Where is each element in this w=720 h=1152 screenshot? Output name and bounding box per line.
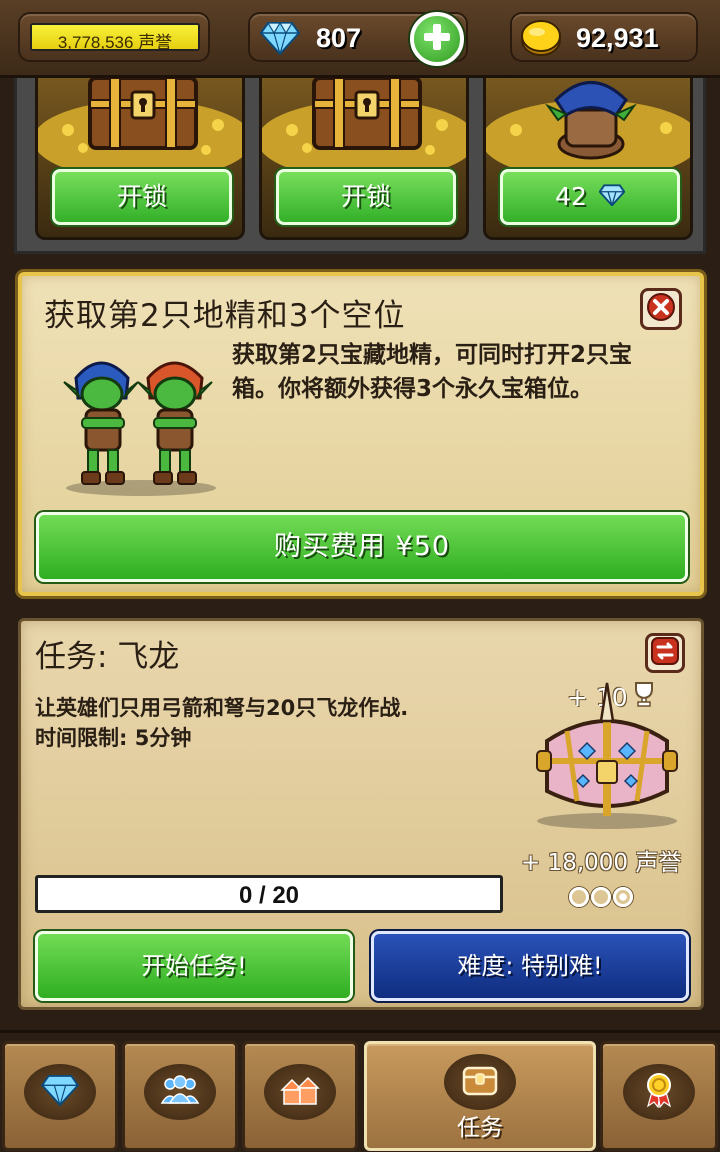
bottom-navigation: 任务 [0,1030,720,1152]
nav-icon-well [444,1054,516,1110]
chest-shelf: 开锁 开锁 42 [14,70,706,254]
plus-icon [422,22,452,56]
gem-count: 807 [316,23,362,53]
gold-coin-icon [520,19,562,61]
quest-description: 让英雄们只用弓箭和弩与20只飞龙作战. 时间限制: 5分钟 [35,693,515,753]
nav-tab-town[interactable] [242,1041,358,1151]
nav-tab-achievements[interactable] [600,1041,718,1151]
chest-slot-3[interactable]: 42 [483,70,693,240]
heroes-icon [160,1075,200,1109]
diamond-icon [598,173,626,223]
goblin-opening-chest-image [486,81,690,180]
nav-tab-gems[interactable] [2,1041,118,1151]
fame-unit: 声誉 [138,33,173,51]
quest-panel: 任务: 飞龙 让英雄们只用弓箭和弩与20只飞龙作战. 时间限制: 5分钟 + 1… [18,618,704,1010]
difficulty-dot-filled [613,887,633,907]
reward-chest-image [536,682,678,829]
difficulty-dot-empty [591,887,611,907]
quest-title: 任务: 飞龙 [35,639,180,675]
chest-icon [461,1064,499,1100]
fame-display[interactable]: 3,778,536 声誉 [18,12,210,62]
buy-gems-button[interactable] [410,12,464,66]
nav-icon-well [144,1064,216,1120]
gem-cost: 42 [555,182,587,211]
close-offer-button[interactable] [640,288,682,330]
diamond-icon [259,21,301,59]
gem-icon [40,1074,80,1110]
nav-tab-label: 任务 [457,1115,503,1141]
nav-tab-quests[interactable]: 任务 [364,1041,596,1151]
gold-count: 92,931 [576,23,659,53]
nav-icon-well [24,1064,96,1120]
fame-progress-bar: 3,778,536 声誉 [30,23,200,51]
treasure-chest-image [262,76,466,180]
difficulty-dot-empty [569,887,589,907]
quest-objective: 让英雄们只用弓箭和弩与20只飞龙作战. [35,696,409,720]
nav-icon-well [623,1064,695,1120]
fame-value: 3,778,536 [57,33,134,51]
offer-description: 获取第2只宝藏地精，可同时打开2只宝箱。你将额外获得3个永久宝箱位。 [232,342,633,402]
start-quest-button[interactable]: 开始任务! [35,931,353,1001]
difficulty-indicator [569,887,633,907]
swap-icon [651,637,679,669]
unlock-button-2[interactable]: 开锁 [276,169,456,225]
close-icon [647,293,675,325]
offer-title: 获取第2只地精和3个空位 [44,298,406,334]
chest-slot-2[interactable]: 开锁 [259,70,469,240]
top-resource-bar: 3,778,536 声誉 807 92,931 [0,0,720,78]
treasure-chest-image [38,76,242,180]
chest-slot-1[interactable]: 开锁 [35,70,245,240]
nav-tab-heroes[interactable] [122,1041,238,1151]
swap-quest-button[interactable] [645,633,685,673]
goblin-offer-panel: 获取第2只地精和3个空位 获取第2只宝藏地精，可同时打开2只宝箱。你将额外获得3… [18,272,704,596]
fame-text: 3,778,536 声誉 [32,28,198,51]
town-icon [280,1074,320,1110]
open-with-gems-button[interactable]: 42 [500,169,680,225]
medal-icon [644,1072,674,1112]
quest-progress-bar: 0 / 20 [35,875,503,913]
fame-reward: + 18,000 声誉 [521,850,682,876]
difficulty-button[interactable]: 难度: 特别难! [371,931,689,1001]
two-goblins-image [63,361,216,496]
quest-time-limit: 时间限制: 5分钟 [35,726,192,750]
unlock-button-1[interactable]: 开锁 [52,169,232,225]
buy-goblin-button[interactable]: 购买费用 ¥50 [36,512,688,582]
gold-display[interactable]: 92,931 [510,12,698,62]
nav-icon-well [264,1064,336,1120]
quest-progress-text: 0 / 20 [238,882,300,909]
